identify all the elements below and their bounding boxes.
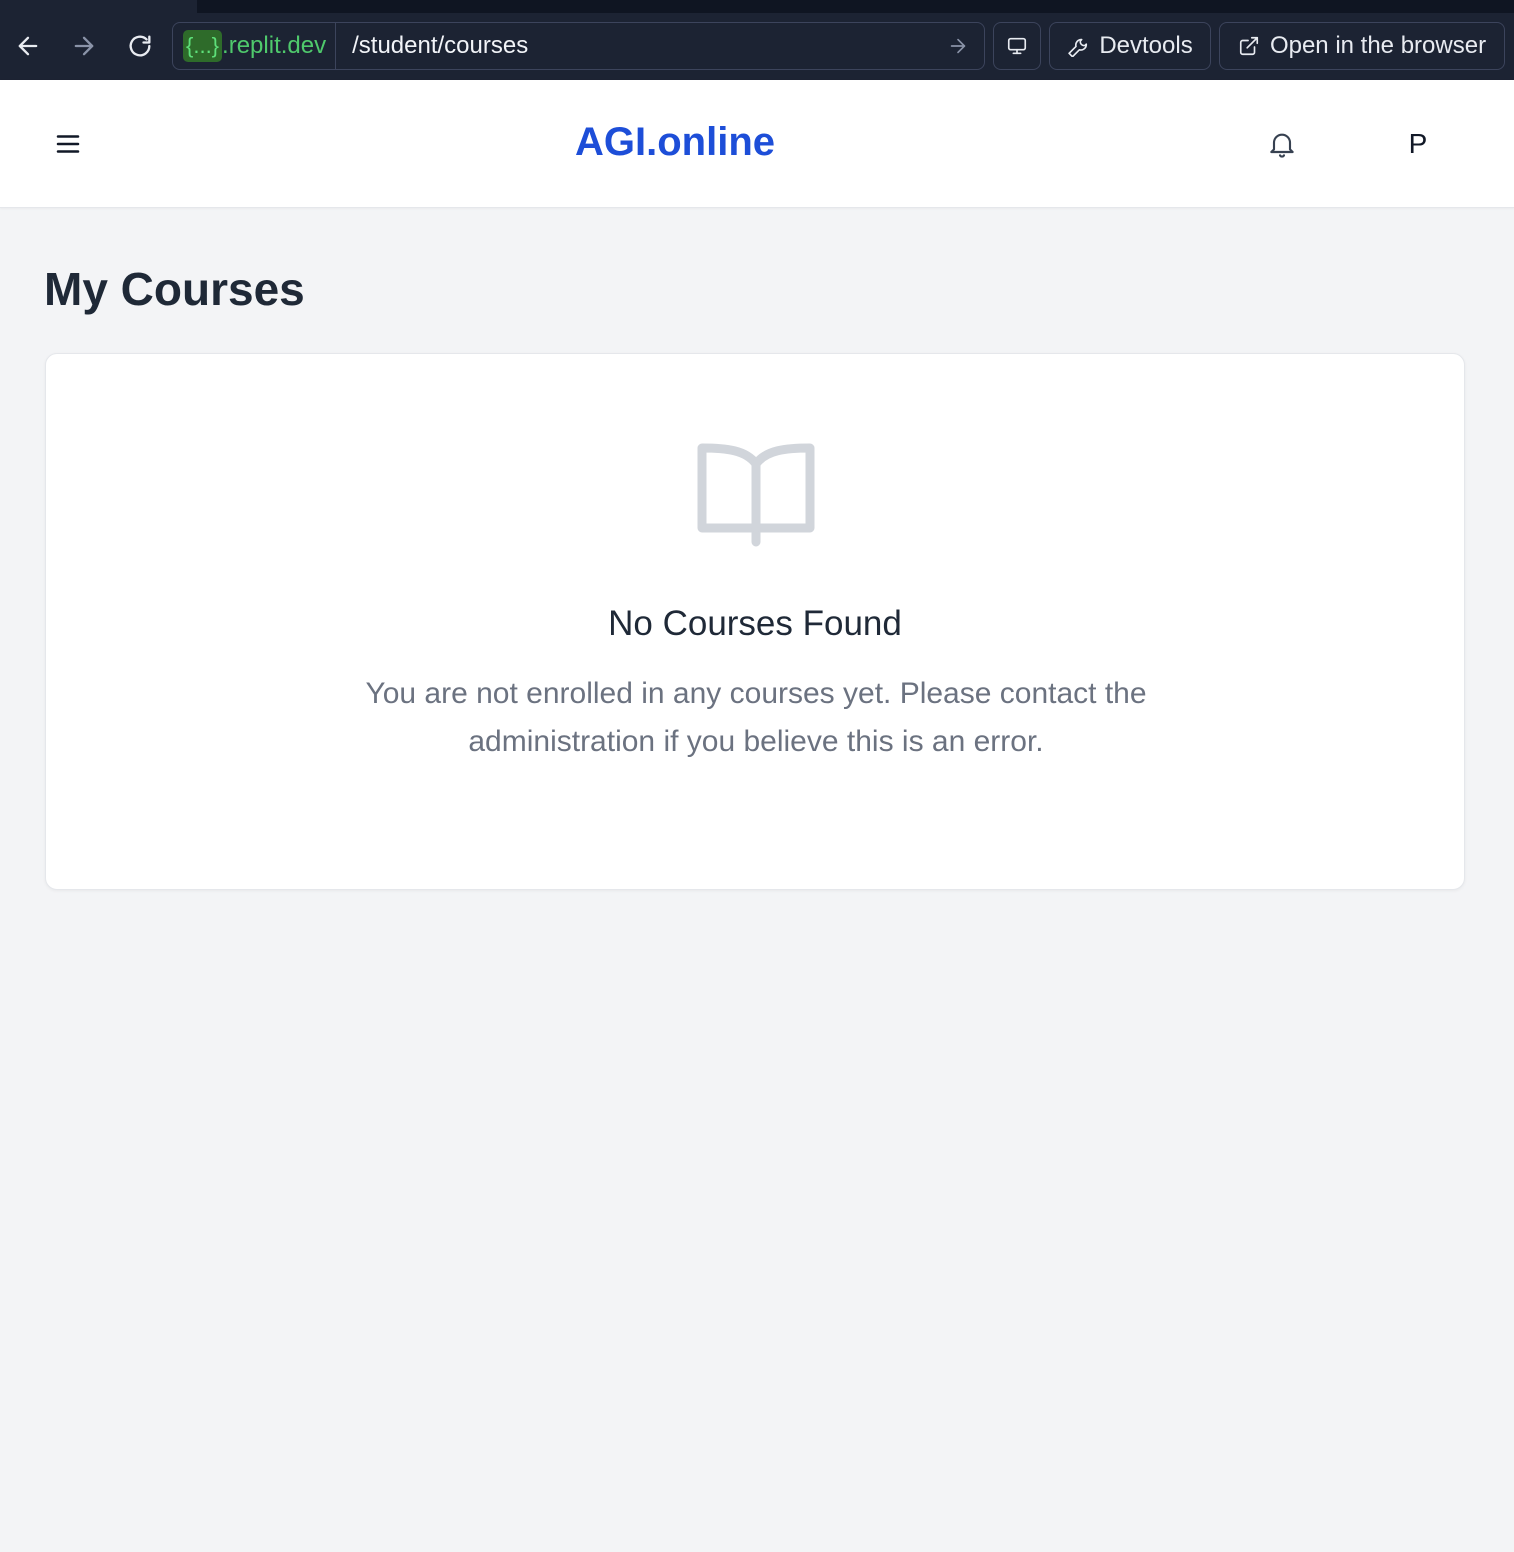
back-button[interactable]	[8, 26, 48, 66]
reload-button[interactable]	[120, 26, 160, 66]
url-go-button[interactable]	[938, 26, 978, 66]
monitor-icon	[1007, 37, 1027, 55]
open-book-icon	[697, 443, 815, 547]
url-host-suffix: .replit.dev	[222, 32, 327, 59]
arrow-right-icon	[74, 36, 94, 56]
app-header: AGI.online P	[0, 80, 1514, 208]
devtools-button[interactable]: Devtools	[1049, 22, 1211, 70]
empty-state-title: No Courses Found	[608, 604, 902, 643]
wrench-icon	[1068, 38, 1088, 57]
empty-state-card: No Courses Found You are not enrolled in…	[45, 353, 1465, 890]
brand-logo[interactable]: AGI.online	[0, 120, 1350, 165]
active-tab[interactable]	[0, 0, 197, 13]
browser-chrome: {...} .replit.dev /student/courses Devto…	[0, 0, 1514, 80]
url-bar[interactable]: {...} .replit.dev /student/courses	[172, 22, 985, 70]
arrow-right-icon	[950, 38, 966, 54]
open-in-browser-label: Open in the browser	[1269, 32, 1487, 59]
tab-strip	[0, 0, 1514, 13]
url-host-prefix: {...}	[183, 30, 223, 62]
device-preview-button[interactable]	[993, 22, 1041, 70]
empty-state-description: You are not enrolled in any courses yet.…	[365, 677, 1147, 758]
arrow-left-icon	[18, 36, 38, 56]
open-in-browser-button[interactable]: Open in the browser	[1219, 22, 1505, 70]
url-host: {...} .replit.dev	[173, 23, 337, 69]
user-avatar[interactable]: P	[1394, 120, 1442, 168]
notifications-button[interactable]	[1258, 120, 1306, 168]
devtools-label: Devtools	[1099, 32, 1193, 59]
page-title: My Courses	[44, 263, 305, 315]
url-path[interactable]: /student/courses	[336, 32, 938, 60]
bell-icon	[1270, 133, 1294, 158]
forward-button[interactable]	[64, 26, 104, 66]
reload-icon	[129, 35, 151, 57]
external-link-icon	[1239, 36, 1259, 56]
